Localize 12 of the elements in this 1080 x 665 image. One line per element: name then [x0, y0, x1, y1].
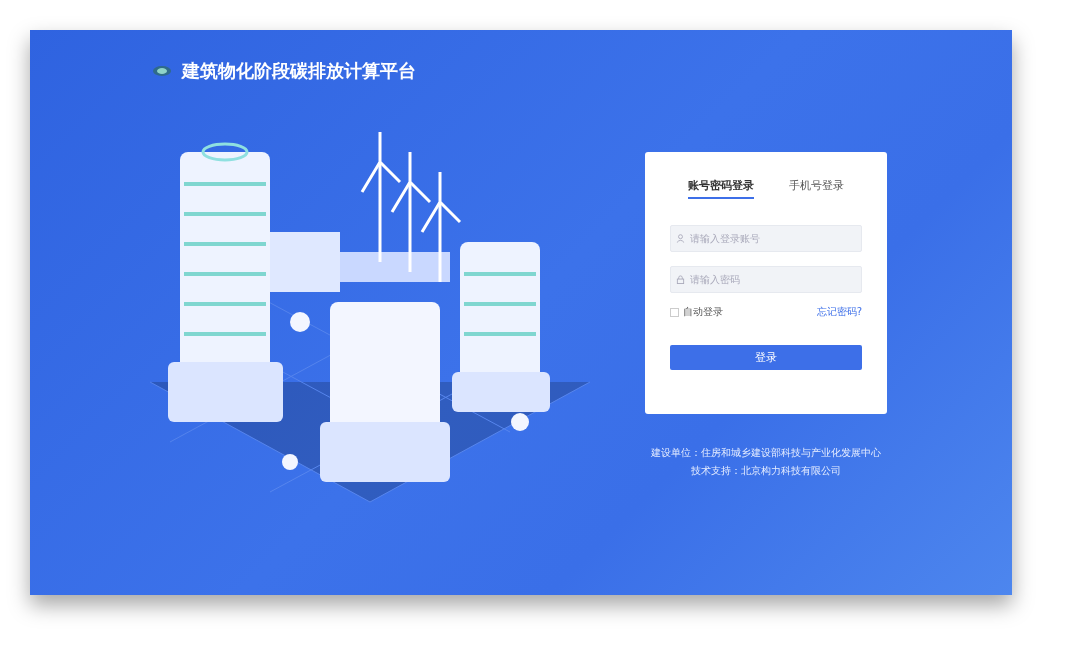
login-tab[interactable]: 手机号登录 [789, 178, 845, 199]
logo-icon [152, 65, 172, 77]
account-field[interactable]: 请输入登录账号 [670, 225, 862, 252]
forgot-password-link[interactable]: 忘记密码? [816, 305, 862, 319]
login-tab[interactable]: 账号密码登录 [687, 178, 754, 199]
footer-text: 技术支持：北京构力科技有限公司 [691, 464, 841, 478]
footer-text: 建设单位：住房和城乡建设部科技与产业化发展中心 [651, 446, 881, 460]
password-field[interactable]: 请输入密码 [670, 266, 862, 293]
login-button[interactable]: 登录 [670, 345, 862, 370]
remember-checkbox[interactable] [670, 307, 679, 317]
remember-label: 自动登录 [683, 305, 723, 319]
platform-title: 建筑物化阶段碳排放计算平台 [182, 59, 416, 83]
